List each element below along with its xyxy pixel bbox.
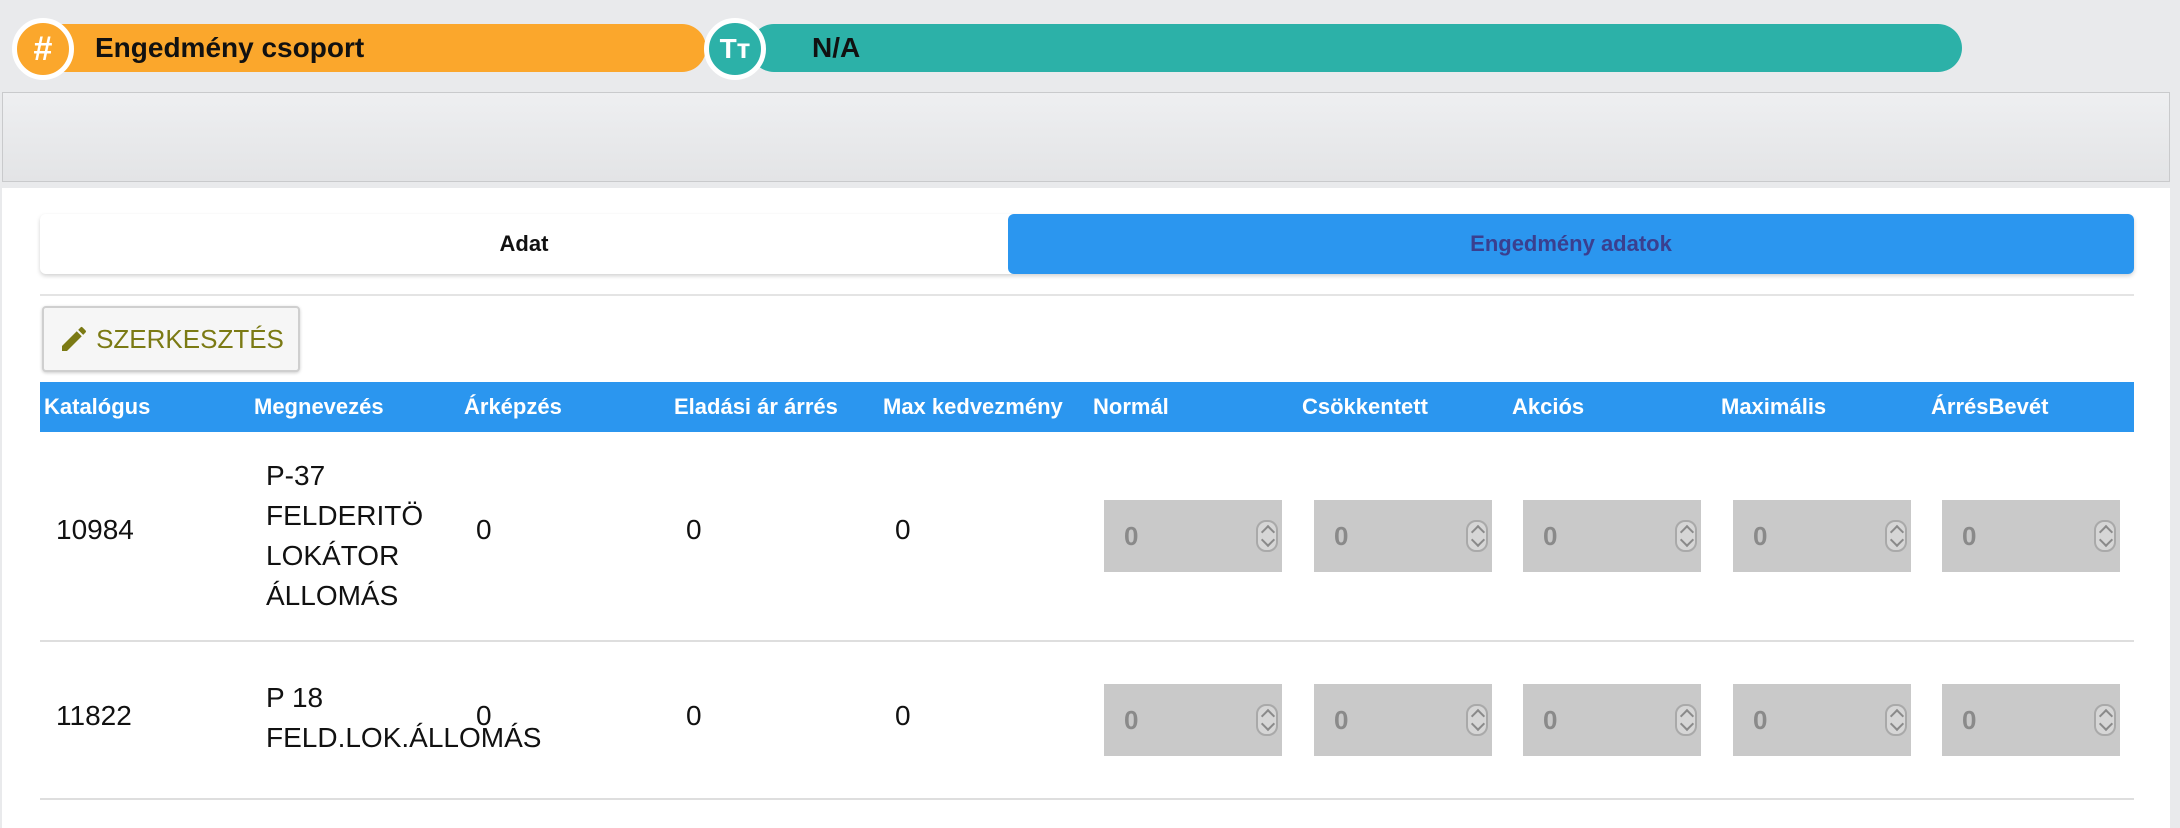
input-value: 0 [1334,520,1349,551]
akcios-input[interactable]: 0 [1523,500,1701,572]
cell-arkepzes: 0 [476,514,492,545]
col-csokkentett[interactable]: Csökkentett [1302,382,1428,432]
spinner-icon[interactable] [2094,520,2116,552]
divider [40,294,2134,296]
name-line: LOKÁTOR [266,540,400,571]
group-pill: Engedmény csoport [40,24,706,72]
col-arresbevet[interactable]: ÁrrésBevét [1931,382,2048,432]
edit-button-label: SZERKESZTÉS [96,323,284,354]
name-line: FELD.LOK.ÁLLOMÁS [266,722,542,753]
value-pill: N/A [750,24,1962,72]
edit-button[interactable]: SZERKESZTÉS [42,306,300,372]
col-arkepzes[interactable]: Árképzés [464,382,562,432]
cell-katalogus: 11822 [56,700,132,731]
input-value: 0 [1543,520,1558,551]
akcios-input[interactable]: 0 [1523,684,1701,756]
input-value: 0 [1753,520,1768,551]
tab-adat[interactable]: Adat [40,214,1008,274]
spinner-icon[interactable] [1256,520,1278,552]
col-katalogus[interactable]: Katalógus [44,382,150,432]
spinner-icon[interactable] [1675,520,1697,552]
table-row: 11822 P 18 FELD.LOK.ÁLLOMÁS 0 0 0 0 0 0 … [40,642,2134,800]
cell-max-kedvezmeny: 0 [895,514,911,545]
col-megnevezes[interactable]: Megnevezés [254,382,384,432]
col-normal[interactable]: Normál [1093,382,1169,432]
value-label: N/A [812,32,861,63]
cell-max-kedvezmeny: 0 [895,700,911,731]
spinner-icon[interactable] [1885,704,1907,736]
spinner-icon[interactable] [1466,520,1488,552]
name-line: P-37 [266,460,326,491]
table-row: 10984 P-37 FELDERITÖ LOKÁTOR ÁLLOMÁS 0 0… [40,432,2134,642]
cell-megnevezes: P-37 FELDERITÖ LOKÁTOR ÁLLOMÁS [266,456,423,616]
col-maximalis[interactable]: Maximális [1721,382,1826,432]
input-value: 0 [1124,704,1139,735]
csokkentett-input[interactable]: 0 [1314,684,1492,756]
input-value: 0 [1962,704,1977,735]
spinner-icon[interactable] [1466,704,1488,736]
text-type-icon: Tт [704,18,766,80]
name-line: FELDERITÖ [266,500,424,531]
content-card: Adat Engedmény adatok SZERKESZTÉS Kataló… [2,188,2170,828]
arresbevet-input[interactable]: 0 [1942,500,2120,572]
normal-input[interactable]: 0 [1104,684,1282,756]
spinner-icon[interactable] [1256,704,1278,736]
tab-bar: Adat Engedmény adatok [40,214,2134,274]
hash-icon: # [12,18,74,80]
group-label: Engedmény csoport [95,32,365,63]
spinner-icon[interactable] [1885,520,1907,552]
cell-arkepzes: 0 [476,700,492,731]
cell-eladasi-ar-arres: 0 [686,700,702,731]
input-value: 0 [1543,704,1558,735]
col-akcios[interactable]: Akciós [1512,382,1584,432]
name-line: P 18 [266,682,324,713]
name-line: ÁLLOMÁS [266,580,399,611]
arresbevet-input[interactable]: 0 [1942,684,2120,756]
tab-engedmeny-adatok[interactable]: Engedmény adatok [1008,214,2134,274]
col-eladasi-ar-arres[interactable]: Eladási ár árrés [674,382,838,432]
spinner-icon[interactable] [1675,704,1697,736]
cell-eladasi-ar-arres: 0 [686,514,702,545]
maximalis-input[interactable]: 0 [1733,684,1911,756]
toolbar-panel [2,92,2170,182]
input-value: 0 [1124,520,1139,551]
input-value: 0 [1962,520,1977,551]
csokkentett-input[interactable]: 0 [1314,500,1492,572]
header-bar: Engedmény csoport # N/A Tт [0,0,2180,90]
spinner-icon[interactable] [2094,704,2116,736]
input-value: 0 [1753,704,1768,735]
table-header: Katalógus Megnevezés Árképzés Eladási ár… [40,382,2134,432]
maximalis-input[interactable]: 0 [1733,500,1911,572]
pencil-icon [62,326,87,351]
normal-input[interactable]: 0 [1104,500,1282,572]
input-value: 0 [1334,704,1349,735]
cell-katalogus: 10984 [56,514,134,545]
col-max-kedvezmeny[interactable]: Max kedvezmény [883,382,1063,432]
cell-megnevezes: P 18 FELD.LOK.ÁLLOMÁS [266,678,541,758]
